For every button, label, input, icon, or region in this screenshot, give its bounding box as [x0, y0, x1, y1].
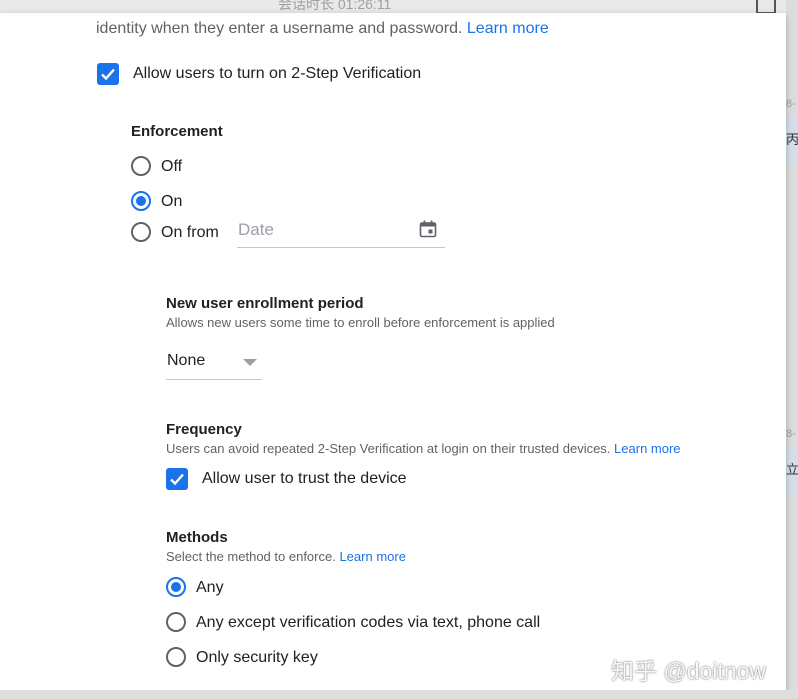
- enforcement-on-label: On: [161, 193, 183, 210]
- methods-heading: Methods: [166, 529, 228, 546]
- side-tab-1[interactable]: 丙: [786, 116, 798, 164]
- checkmark-icon: [101, 68, 115, 81]
- session-timer: 会话时长 01:26:11: [278, 0, 392, 12]
- method-security-key-label: Only security key: [196, 649, 318, 666]
- enforcement-off-label: Off: [161, 158, 183, 175]
- method-security-key-radio[interactable]: [166, 647, 186, 667]
- methods-description: Select the method to enforce. Learn more: [166, 549, 406, 564]
- frequency-learn-more-link[interactable]: Learn more: [614, 441, 680, 456]
- method-any-except-codes-label: Any except verification codes via text, …: [196, 614, 541, 631]
- side-tab-2-label: 立: [786, 462, 798, 477]
- bottom-shade: [0, 690, 798, 699]
- allow-2sv-checkbox[interactable]: [97, 63, 119, 85]
- enrollment-heading: New user enrollment period: [166, 295, 364, 312]
- frequency-description-text: Users can avoid repeated 2-Step Verifica…: [166, 441, 611, 456]
- frequency-description: Users can avoid repeated 2-Step Verifica…: [166, 441, 681, 456]
- side-tab-2[interactable]: 立: [786, 446, 798, 494]
- trust-device-checkbox[interactable]: [166, 468, 188, 490]
- intro-text: identity when they enter a username and …: [96, 20, 549, 38]
- dropdown-arrow-icon: [243, 359, 257, 366]
- intro-learn-more-link[interactable]: Learn more: [467, 20, 549, 37]
- enforcement-on-from-radio[interactable]: [131, 222, 151, 242]
- side-tab-1-label: 丙: [786, 132, 798, 147]
- allow-2sv-label: Allow users to turn on 2-Step Verificati…: [133, 65, 422, 82]
- enforcement-on-radio[interactable]: [131, 191, 151, 211]
- side-dash-2: 8-: [786, 428, 796, 440]
- methods-description-text: Select the method to enforce.: [166, 549, 336, 564]
- calendar-icon[interactable]: [419, 220, 437, 238]
- trust-device-label: Allow user to trust the device: [202, 470, 407, 487]
- enforcement-heading: Enforcement: [131, 123, 223, 140]
- enrollment-period-select[interactable]: None: [166, 348, 262, 380]
- side-dash-1: 8-: [786, 98, 796, 110]
- methods-learn-more-link[interactable]: Learn more: [339, 549, 405, 564]
- method-any-label: Any: [196, 579, 224, 596]
- enforcement-date-field[interactable]: Date: [237, 218, 445, 248]
- watermark: 知乎 @doitnow: [611, 658, 767, 684]
- enforcement-on-from-label: On from: [161, 224, 219, 241]
- enforcement-off-radio[interactable]: [131, 156, 151, 176]
- date-placeholder: Date: [238, 220, 274, 239]
- method-any-radio[interactable]: [166, 577, 186, 597]
- enrollment-description: Allows new users some time to enroll bef…: [166, 315, 555, 330]
- intro-description: identity when they enter a username and …: [96, 20, 463, 37]
- settings-dialog: identity when they enter a username and …: [0, 13, 786, 693]
- checkmark-icon: [170, 473, 184, 486]
- frequency-heading: Frequency: [166, 421, 242, 438]
- method-any-except-codes-radio[interactable]: [166, 612, 186, 632]
- edit-icon[interactable]: [756, 0, 776, 14]
- enrollment-period-value: None: [167, 352, 206, 369]
